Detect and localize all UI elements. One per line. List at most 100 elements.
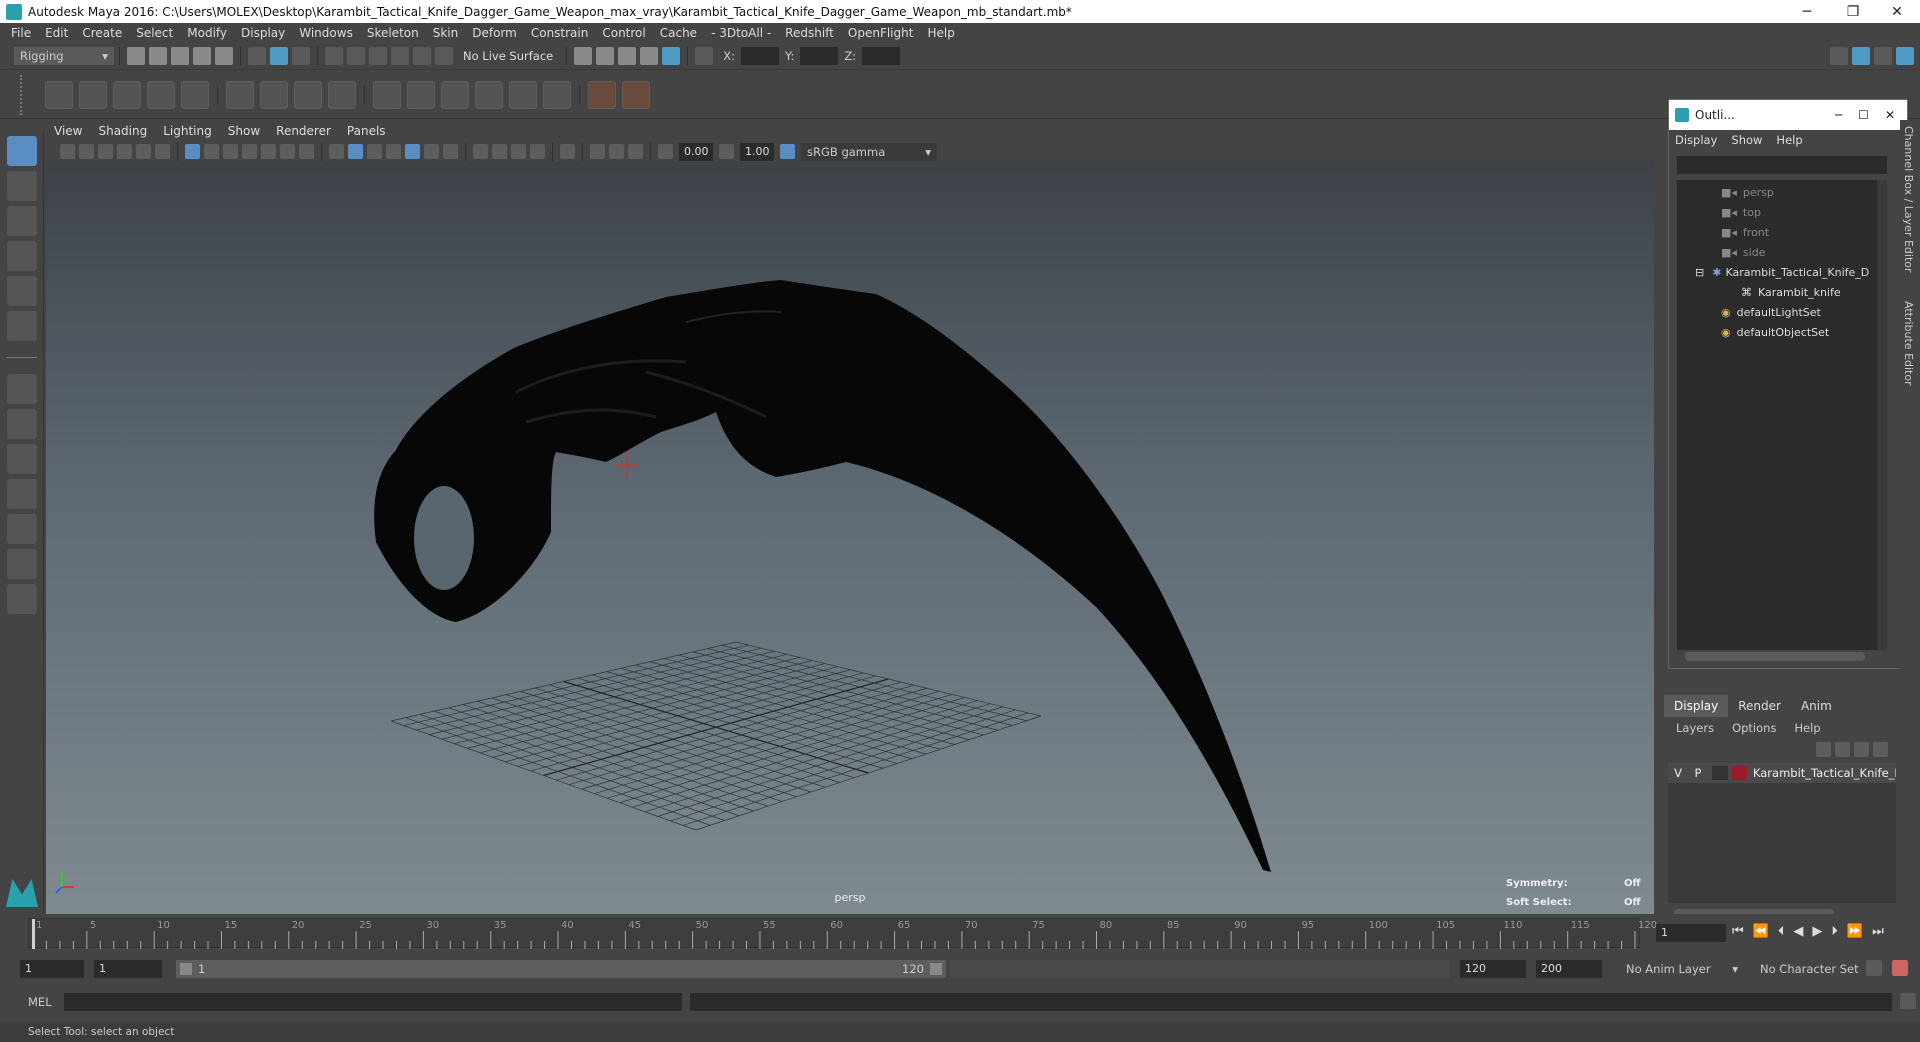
single-view-layout-icon[interactable] (7, 374, 37, 404)
layer-row[interactable]: V P Karambit_Tactical_Knife_Da (1668, 763, 1896, 783)
move-layer-down-icon[interactable] (1835, 741, 1850, 757)
menuset-dropdown[interactable]: Rigging ▾ (14, 47, 114, 65)
step-back-frame-icon[interactable]: ⏴ (1778, 924, 1785, 939)
minimize-button[interactable]: ─ (1784, 0, 1830, 23)
character-set-dropdown[interactable]: No Character Set (1756, 960, 1878, 978)
camera-attributes-icon[interactable] (79, 144, 94, 159)
script-language-label[interactable]: MEL (28, 995, 52, 1009)
menu-windows[interactable]: Windows (292, 26, 360, 40)
range-start-handle[interactable] (180, 963, 192, 975)
film-gate-icon[interactable] (204, 144, 219, 159)
command-input[interactable] (64, 993, 682, 1011)
new-layer-from-selected-icon[interactable] (1873, 741, 1888, 757)
paint-select-tool-icon[interactable] (7, 206, 37, 236)
viewport-menu-lighting[interactable]: Lighting (155, 124, 220, 138)
layer-menu-options[interactable]: Options (1732, 721, 1776, 735)
outliner-search-input[interactable] (1677, 156, 1887, 174)
channel-box-toggle-icon[interactable] (1896, 47, 1914, 65)
anim-layer-dropdown[interactable]: No Anim Layer ▾ (1622, 960, 1742, 978)
graph-layout-icon[interactable] (7, 514, 37, 544)
range-end-handle[interactable] (930, 963, 942, 975)
hypershade-icon[interactable] (662, 47, 681, 65)
scale-constraint-icon[interactable] (475, 80, 503, 109)
textured-icon[interactable] (443, 144, 458, 159)
xray-active-icon[interactable] (609, 144, 624, 159)
outliner-close-icon[interactable]: ✕ (1885, 108, 1895, 122)
parent-constraint-icon[interactable] (373, 80, 401, 109)
outliner-item[interactable]: ◉ defaultObjectSet (1677, 322, 1887, 342)
layer-playback-toggle[interactable]: P (1688, 766, 1708, 780)
exposure-field[interactable]: 0.00 (679, 142, 713, 161)
menu-3dtoall[interactable]: - 3DtoAll - (704, 26, 778, 40)
snap-live-icon[interactable] (435, 47, 453, 65)
collapse-icon[interactable]: ⊟ (1695, 266, 1704, 279)
snap-curve-icon[interactable] (347, 47, 365, 65)
auto-key-icon[interactable] (1892, 960, 1908, 976)
go-to-end-icon[interactable]: ⏭ (1872, 924, 1884, 939)
menu-skin[interactable]: Skin (426, 26, 466, 40)
render-sequence-icon[interactable] (596, 47, 615, 65)
lattice-icon[interactable] (294, 80, 322, 109)
select-component-icon[interactable] (292, 47, 310, 65)
playback-start-field[interactable]: 1 (94, 960, 162, 978)
isolate-select-icon[interactable] (560, 144, 575, 159)
select-tool-icon[interactable] (7, 136, 37, 166)
outliner-item[interactable]: ■◂ front (1677, 222, 1887, 242)
tab-anim[interactable]: Anim (1791, 695, 1842, 717)
snap-point-icon[interactable] (369, 47, 387, 65)
karambit-knife-model[interactable] (374, 280, 1271, 872)
outliner-item[interactable]: ◉ defaultLightSet (1677, 302, 1887, 322)
outliner-item[interactable]: ■◂ side (1677, 242, 1887, 262)
mirror-joint-icon[interactable] (147, 80, 175, 109)
modeling-toolkit-icon[interactable] (1830, 47, 1848, 65)
open-scene-icon[interactable] (149, 47, 167, 65)
four-view-layout-icon[interactable] (7, 409, 37, 439)
screen-space-ao-icon[interactable] (492, 144, 507, 159)
menu-skeleton[interactable]: Skeleton (360, 26, 426, 40)
lasso-tool-icon[interactable] (7, 171, 37, 201)
camera-select-icon[interactable] (60, 144, 75, 159)
backface-culling-icon[interactable] (628, 144, 643, 159)
pole-vector-icon[interactable] (543, 80, 571, 109)
play-backward-icon[interactable]: ◀ (1793, 924, 1803, 939)
current-frame-field[interactable]: 1 (1656, 924, 1726, 942)
tab-display[interactable]: Display (1664, 695, 1729, 717)
script-editor-icon[interactable] (1900, 993, 1916, 1009)
orient-joint-icon[interactable] (181, 80, 209, 109)
hypershade-layout-icon[interactable] (7, 549, 37, 579)
move-tool-icon[interactable] (7, 241, 37, 271)
bind-skin-icon[interactable] (226, 80, 254, 109)
resolution-gate-icon[interactable] (223, 144, 238, 159)
two-view-layout-icon[interactable] (7, 444, 37, 474)
snap-grid-icon[interactable] (325, 47, 343, 65)
rotate-tool-icon[interactable] (7, 276, 37, 306)
view-transform-dropdown[interactable]: sRGB gamma ▾ (801, 142, 937, 161)
aim-constraint-icon[interactable] (509, 80, 537, 109)
safe-title-icon[interactable] (299, 144, 314, 159)
attribute-editor-tab[interactable]: Attribute Editor (1900, 295, 1917, 392)
outliner-item[interactable]: ⌘ Karambit_knife (1677, 282, 1887, 302)
playback-end-field[interactable]: 120 (1460, 960, 1526, 978)
wireframe-on-shaded-icon[interactable] (386, 144, 401, 159)
menu-redshift[interactable]: Redshift (778, 26, 841, 40)
layer-menu-layers[interactable]: Layers (1676, 721, 1714, 735)
outliner-menu-show[interactable]: Show (1731, 133, 1762, 147)
outliner-item[interactable]: ■◂ persp (1677, 182, 1887, 202)
channel-box-tab[interactable]: Channel Box / Layer Editor (1900, 120, 1917, 279)
layer-name[interactable]: Karambit_Tactical_Knife_Da (1753, 766, 1896, 780)
tool-settings-toggle-icon[interactable] (1874, 47, 1892, 65)
image-plane-icon[interactable] (117, 144, 132, 159)
cluster-icon[interactable] (328, 80, 356, 109)
viewport-menu-shading[interactable]: Shading (90, 124, 155, 138)
wireframe-icon[interactable] (329, 144, 344, 159)
menu-display[interactable]: Display (234, 26, 292, 40)
time-slider[interactable]: 1 5 10 15 20 25 30 35 40 45 50 55 60 65 70 75 80 85 90 95 10… (0, 914, 1920, 952)
set-driven-key-icon[interactable] (622, 80, 650, 109)
grid-toggle-icon[interactable] (185, 144, 200, 159)
use-all-lights-icon[interactable] (424, 144, 439, 159)
menu-file[interactable]: File (4, 26, 38, 40)
time-ruler[interactable]: 1 5 10 15 20 25 30 35 40 45 50 55 60 65 70 75 80 85 90 95 10… (28, 918, 1657, 949)
step-forward-key-icon[interactable]: ⏩ (1847, 924, 1863, 939)
start-frame-field[interactable]: 1 (20, 960, 84, 978)
viewport-menu-view[interactable]: View (46, 124, 90, 138)
